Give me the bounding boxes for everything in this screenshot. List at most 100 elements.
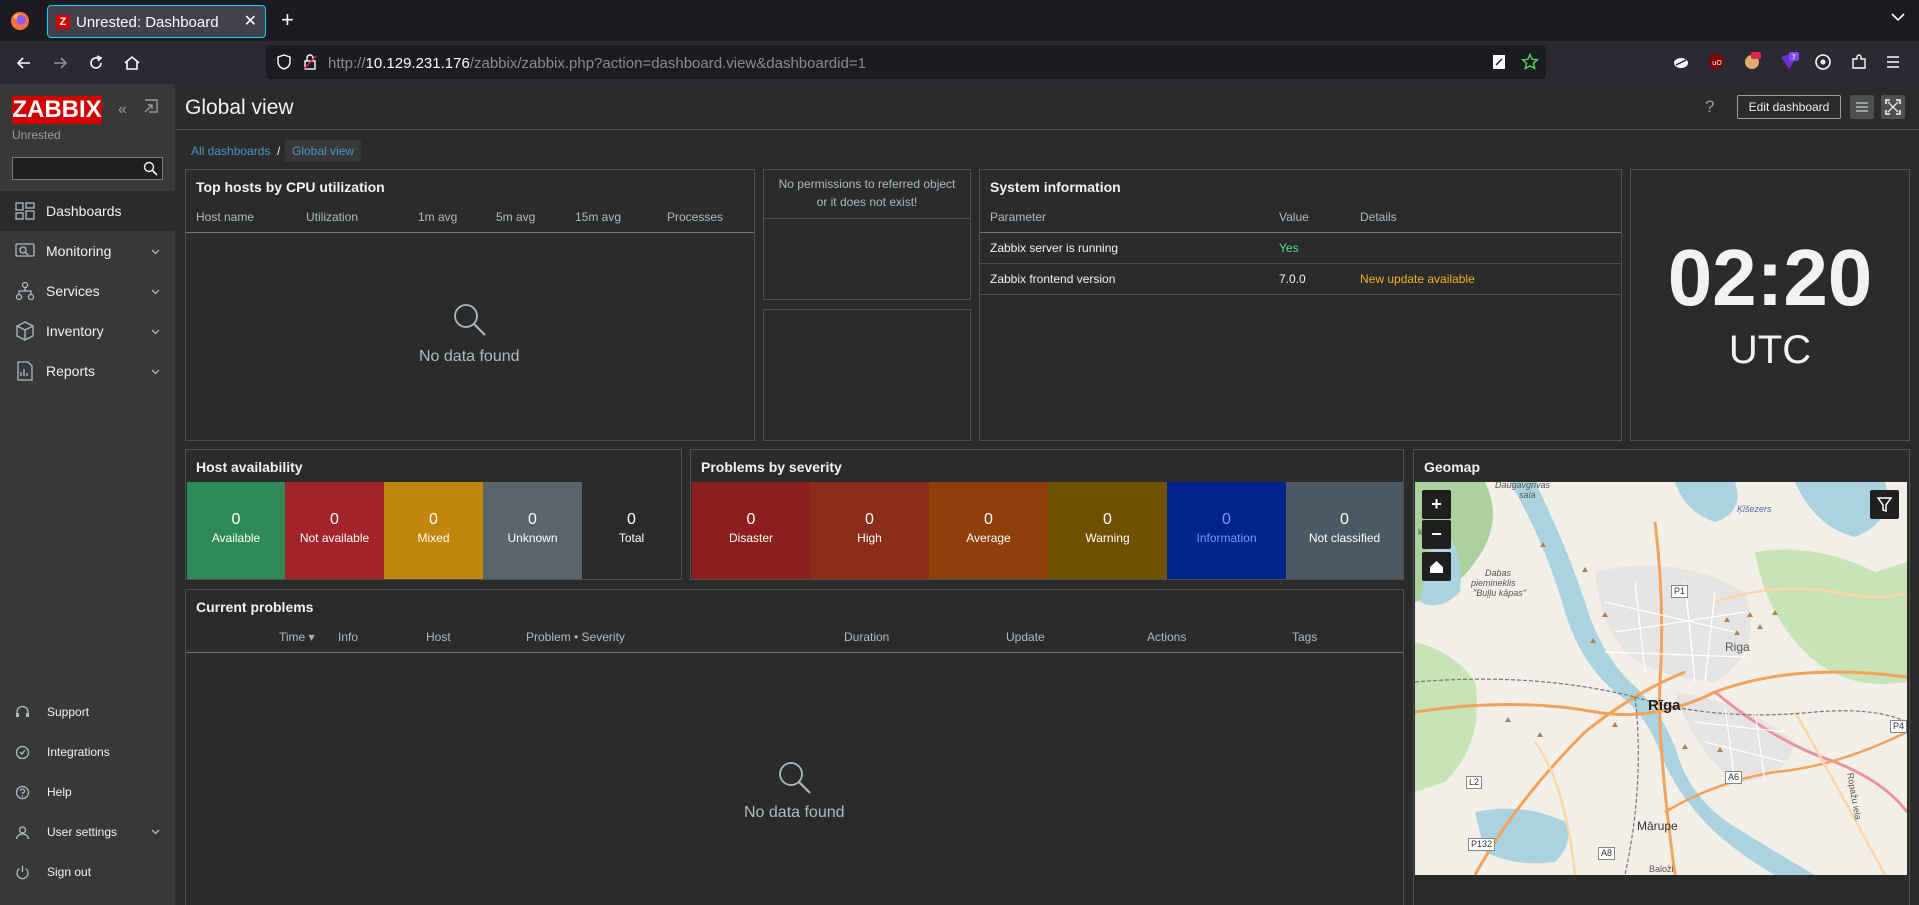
road-shield-p4: P4 bbox=[1890, 720, 1907, 733]
sidebar-item-support[interactable]: Support bbox=[0, 692, 175, 732]
tile-label: High bbox=[857, 531, 882, 545]
firefox-icon[interactable] bbox=[10, 11, 30, 31]
sign-out-icon bbox=[15, 865, 30, 880]
reload-icon[interactable] bbox=[86, 53, 106, 73]
zabbix-logo[interactable]: ZABBIX bbox=[12, 96, 102, 124]
browser-tab[interactable]: Z Unrested: Dashboard ✕ bbox=[46, 4, 267, 39]
app-menu-icon[interactable] bbox=[1885, 54, 1901, 70]
severity-tile-high[interactable]: 0 High bbox=[810, 482, 929, 579]
availability-tile-total[interactable]: 0 Total bbox=[582, 482, 681, 579]
search-input[interactable] bbox=[12, 157, 163, 180]
sidebar-item-monitoring[interactable]: Monitoring bbox=[0, 231, 175, 271]
integrations-icon bbox=[15, 745, 30, 760]
availability-tile-mixed[interactable]: 0 Mixed bbox=[384, 482, 483, 579]
close-tab-icon[interactable]: ✕ bbox=[244, 14, 257, 30]
back-icon[interactable] bbox=[14, 53, 34, 73]
map-label-bullu-kapas: "Buļļu kāpas" bbox=[1473, 588, 1526, 598]
sidebar-item-help[interactable]: Help bbox=[0, 772, 175, 812]
chevron-down-icon bbox=[151, 247, 160, 256]
severity-tile-average[interactable]: 0 Average bbox=[929, 482, 1048, 579]
new-tab-icon[interactable]: + bbox=[281, 9, 294, 31]
map-label-riga: Rīga bbox=[1648, 697, 1681, 714]
kiosk-mode-icon[interactable] bbox=[144, 99, 158, 113]
sidebar-item-sign-out[interactable]: Sign out bbox=[0, 852, 175, 892]
extension-gear-icon[interactable] bbox=[1814, 53, 1832, 71]
sidebar-item-label: Dashboards bbox=[46, 203, 122, 219]
table-cell-value: Yes bbox=[1279, 241, 1299, 255]
no-data-search-icon bbox=[777, 760, 813, 796]
edit-dashboard-button[interactable]: Edit dashboard bbox=[1737, 95, 1841, 119]
lock-icon[interactable] bbox=[302, 54, 318, 70]
chevron-down-icon bbox=[151, 367, 160, 376]
help-icon bbox=[15, 785, 30, 800]
dashboard-actions-menu-icon[interactable] bbox=[1850, 95, 1874, 119]
road-shield-l2: L2 bbox=[1466, 776, 1483, 789]
map-filter-icon[interactable] bbox=[1870, 490, 1899, 519]
cookie-extension-icon[interactable] bbox=[1742, 51, 1762, 71]
sidebar-item-services[interactable]: Services bbox=[0, 271, 175, 311]
tab-title: Unrested: Dashboard bbox=[76, 14, 219, 31]
sidebar: ZABBIX « Unrested Dashboards Monitoring … bbox=[0, 84, 175, 905]
geomap-widget: Geomap Rīga Riga Mārupe Daugavgrīvas sal… bbox=[1413, 449, 1910, 905]
system-information-widget: System information Parameter Value Detai… bbox=[979, 169, 1622, 441]
map-label-marupe: Mārupe bbox=[1637, 819, 1678, 833]
table-cell-parameter: Zabbix server is running bbox=[990, 241, 1119, 255]
reader-mode-icon[interactable] bbox=[1492, 54, 1506, 70]
fullscreen-icon[interactable] bbox=[1881, 95, 1905, 119]
url-bar[interactable]: http://10.129.231.176/zabbix/zabbix.php?… bbox=[266, 45, 1546, 79]
road-shield-a8: A8 bbox=[1598, 847, 1616, 860]
current-problems-widget: Current problems Time ▾ Info Host Proble… bbox=[185, 589, 1404, 905]
table-cell-parameter: Zabbix frontend version bbox=[990, 272, 1116, 286]
question-help-icon[interactable]: ? bbox=[1705, 97, 1714, 117]
tile-count: 0 bbox=[231, 511, 241, 528]
collapse-sidebar-icon[interactable]: « bbox=[118, 101, 127, 119]
breadcrumb-current[interactable]: Global view bbox=[285, 140, 362, 162]
zoom-in-button[interactable]: + bbox=[1422, 490, 1451, 519]
forward-icon[interactable] bbox=[50, 53, 70, 73]
bookmark-star-icon[interactable] bbox=[1521, 53, 1539, 71]
breadcrumb-all-dashboards[interactable]: All dashboards bbox=[191, 144, 270, 158]
tile-label: Disaster bbox=[728, 531, 773, 545]
column-header: Info bbox=[338, 630, 359, 644]
severity-tile-disaster[interactable]: 0 Disaster bbox=[692, 482, 810, 579]
problems-by-severity-widget: Problems by severity 0 Disaster 0 High 0… bbox=[690, 449, 1404, 580]
tracking-shield-icon[interactable] bbox=[276, 54, 292, 70]
map-home-icon[interactable] bbox=[1422, 552, 1451, 581]
sidebar-item-label: Reports bbox=[46, 363, 96, 379]
availability-tile-unknown[interactable]: 0 Unknown bbox=[483, 482, 582, 579]
sidebar-item-reports[interactable]: Reports bbox=[0, 351, 175, 391]
extension-cloud-icon[interactable] bbox=[1672, 53, 1690, 71]
column-header: Processes bbox=[667, 210, 724, 224]
column-header-time[interactable]: Time ▾ bbox=[279, 630, 315, 644]
sidebar-item-label: Services bbox=[46, 283, 100, 299]
map-canvas[interactable]: Rīga Riga Mārupe Daugavgrīvas sala Dabas… bbox=[1415, 482, 1907, 875]
sidebar-item-integrations[interactable]: Integrations bbox=[0, 732, 175, 772]
column-header: Details bbox=[1360, 210, 1397, 224]
extensions-puzzle-icon[interactable] bbox=[1850, 53, 1868, 71]
severity-tile-warning[interactable]: 0 Warning bbox=[1048, 482, 1167, 579]
tile-count: 0 bbox=[330, 511, 339, 528]
sidebar-item-user-settings[interactable]: User settings bbox=[0, 812, 175, 852]
clock-widget: 02:20 UTC bbox=[1630, 169, 1910, 441]
zoom-out-button[interactable]: − bbox=[1422, 520, 1451, 549]
tile-label: Warning bbox=[1085, 531, 1130, 545]
reports-icon bbox=[15, 361, 35, 381]
tile-count: 0 bbox=[1103, 511, 1112, 528]
no-data-text: No data found bbox=[744, 804, 845, 821]
search-icon[interactable] bbox=[143, 161, 158, 176]
widget-title: Top hosts by CPU utilization bbox=[196, 179, 385, 195]
sidebar-item-dashboards[interactable]: Dashboards bbox=[0, 191, 175, 231]
sidebar-item-inventory[interactable]: Inventory bbox=[0, 311, 175, 351]
severity-tile-information[interactable]: 0 Information bbox=[1167, 482, 1286, 579]
availability-tile-available[interactable]: 0 Available bbox=[187, 482, 285, 579]
breadcrumb-separator: / bbox=[277, 144, 281, 158]
extension-badge-icon[interactable]: 7 bbox=[1778, 51, 1800, 71]
tab-list-chevron-icon[interactable] bbox=[1891, 12, 1905, 22]
inventory-icon bbox=[15, 321, 35, 341]
home-icon[interactable] bbox=[122, 53, 142, 73]
availability-tile-not-available[interactable]: 0 Not available bbox=[285, 482, 384, 579]
ublock-icon[interactable]: uO bbox=[1707, 53, 1725, 71]
sidebar-item-label: Help bbox=[47, 785, 72, 799]
url-text[interactable]: http://10.129.231.176/zabbix/zabbix.php?… bbox=[328, 55, 866, 72]
severity-tile-not-classified[interactable]: 0 Not classified bbox=[1286, 482, 1403, 579]
